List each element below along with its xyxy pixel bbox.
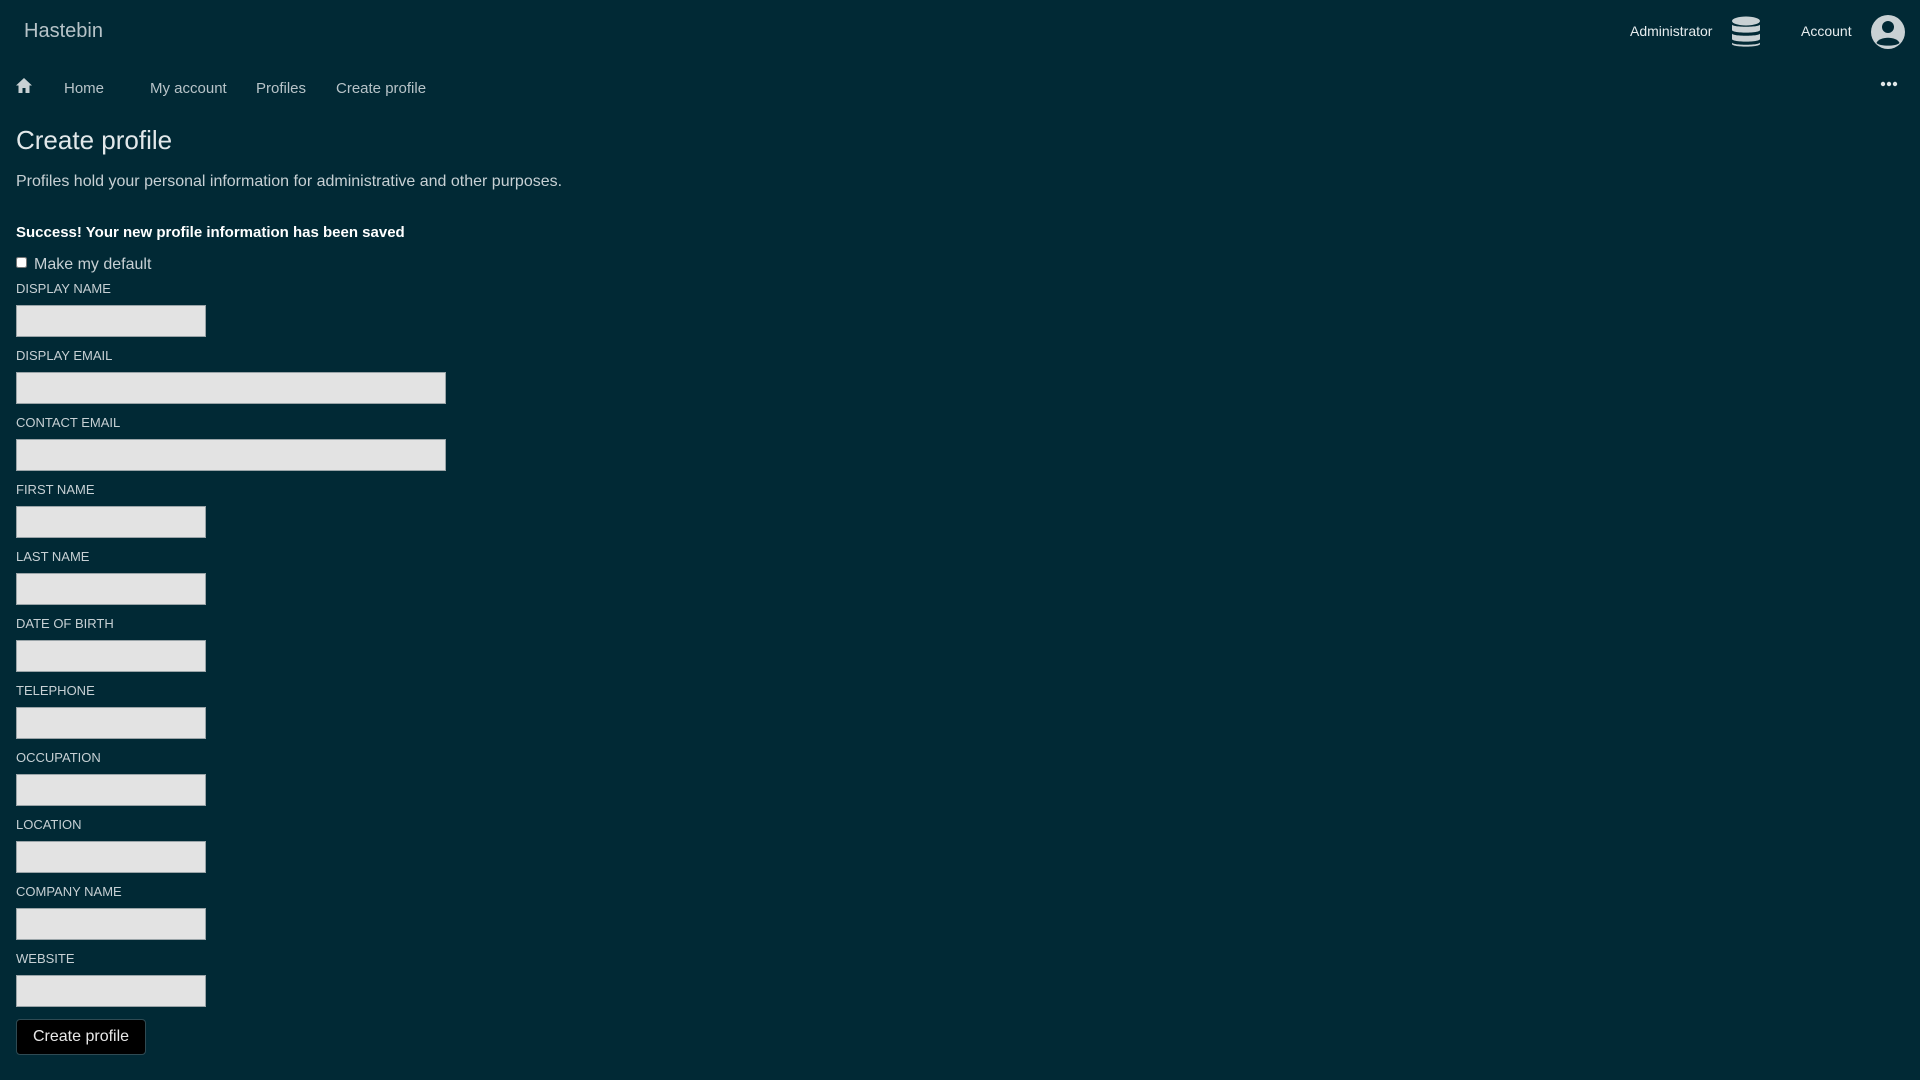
date-of-birth-label: DATE OF BIRTH bbox=[16, 616, 114, 631]
company-name-field: COMPANY NAME bbox=[16, 884, 206, 940]
display-email-input[interactable] bbox=[16, 372, 446, 404]
last-name-field: LAST NAME bbox=[16, 549, 206, 605]
date-of-birth-field: DATE OF BIRTH bbox=[16, 616, 206, 672]
site-title[interactable]: Hastebin bbox=[24, 20, 103, 43]
success-message: Success! Your new profile information ha… bbox=[16, 224, 405, 241]
telephone-input[interactable] bbox=[16, 707, 206, 739]
location-label: LOCATION bbox=[16, 817, 82, 832]
first-name-field: FIRST NAME bbox=[16, 482, 206, 538]
nav-item-create-profile[interactable]: Create profile bbox=[336, 80, 426, 97]
database-icon[interactable] bbox=[1729, 15, 1763, 49]
telephone-field: TELEPHONE bbox=[16, 683, 206, 739]
website-field: WEBSITE bbox=[16, 951, 206, 1007]
breadcrumb-nav: Home My account Profiles Create profile bbox=[0, 72, 1920, 104]
occupation-field: OCCUPATION bbox=[16, 750, 206, 806]
occupation-input[interactable] bbox=[16, 774, 206, 806]
nav-item-home[interactable]: Home bbox=[64, 80, 104, 97]
display-email-label: DISPLAY EMAIL bbox=[16, 348, 113, 363]
make-default-label: Make my default bbox=[34, 256, 152, 273]
display-email-field: DISPLAY EMAIL bbox=[16, 348, 446, 404]
telephone-label: TELEPHONE bbox=[16, 683, 95, 698]
home-icon[interactable] bbox=[15, 77, 33, 95]
page-title: Create profile bbox=[16, 125, 173, 155]
contact-email-label: CONTACT EMAIL bbox=[16, 415, 121, 430]
account-link[interactable]: Account bbox=[1801, 23, 1852, 39]
location-field: LOCATION bbox=[16, 817, 206, 873]
last-name-label: LAST NAME bbox=[16, 549, 90, 564]
first-name-label: FIRST NAME bbox=[16, 482, 95, 497]
nav-item-my-account[interactable]: My account bbox=[150, 80, 227, 97]
occupation-label: OCCUPATION bbox=[16, 750, 101, 765]
more-icon[interactable] bbox=[1880, 81, 1898, 87]
user-circle-icon[interactable] bbox=[1870, 14, 1906, 50]
last-name-input[interactable] bbox=[16, 573, 206, 605]
contact-email-field: CONTACT EMAIL bbox=[16, 415, 446, 471]
website-label: WEBSITE bbox=[16, 951, 75, 966]
first-name-input[interactable] bbox=[16, 506, 206, 538]
website-input[interactable] bbox=[16, 975, 206, 1007]
display-name-label: DISPLAY NAME bbox=[16, 281, 111, 296]
nav-item-profiles[interactable]: Profiles bbox=[256, 80, 306, 97]
top-bar: Hastebin Administrator Account bbox=[0, 0, 1920, 63]
display-name-field: DISPLAY NAME bbox=[16, 281, 206, 337]
date-of-birth-input[interactable] bbox=[16, 640, 206, 672]
make-default-checkbox[interactable] bbox=[16, 257, 27, 268]
company-name-input[interactable] bbox=[16, 908, 206, 940]
location-input[interactable] bbox=[16, 841, 206, 873]
administrator-link[interactable]: Administrator bbox=[1630, 23, 1712, 39]
page-description: Profiles hold your personal information … bbox=[16, 173, 563, 190]
company-name-label: COMPANY NAME bbox=[16, 884, 122, 899]
contact-email-input[interactable] bbox=[16, 439, 446, 471]
create-profile-button[interactable]: Create profile bbox=[16, 1019, 147, 1055]
display-name-input[interactable] bbox=[16, 305, 206, 337]
